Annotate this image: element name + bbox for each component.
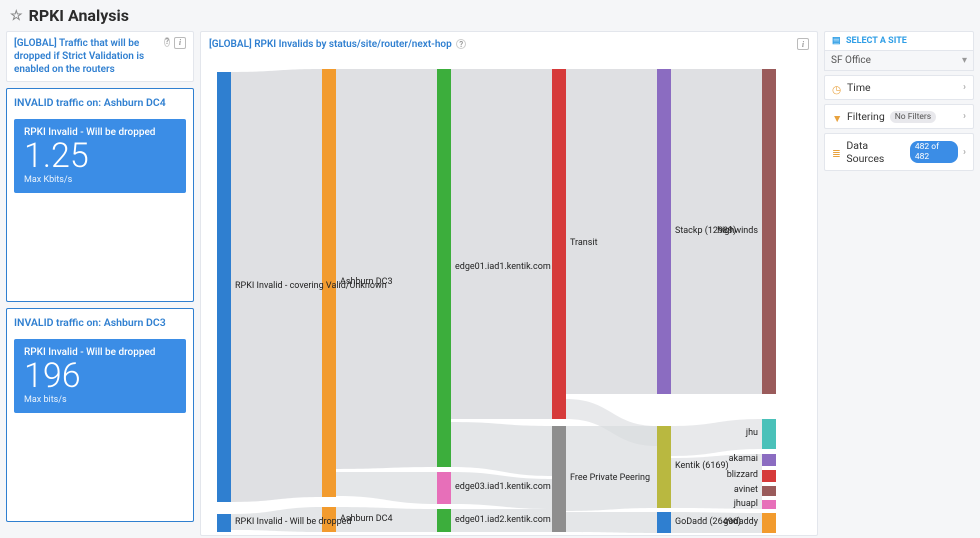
- sankey-node-label: Ashburn DC3: [340, 277, 393, 287]
- site-selected: SF Office: [831, 55, 871, 66]
- sankey-node-label: highwinds: [717, 226, 758, 236]
- sankey-node-label: jhuapl: [734, 499, 758, 509]
- invalid-panel-heading: INVALID traffic on: Ashburn DC4: [14, 94, 186, 113]
- sankey-node-label: edge03.iad1.kentik.com: [455, 482, 551, 492]
- sankey-node-label: godaddy: [723, 517, 758, 527]
- page-header: ☆ RPKI Analysis: [0, 0, 980, 31]
- metric-value: 196: [24, 358, 176, 395]
- sankey-node-label: edge01.iad2.kentik.com: [455, 515, 551, 525]
- sankey-node-label: Ashburn DC4: [340, 514, 393, 524]
- sankey-chart[interactable]: RPKI Invalid - covering Valid/UnknownRPK…: [207, 54, 811, 534]
- sankey-node-label: akamai: [729, 454, 758, 464]
- metric-card-dc4: RPKI Invalid - Will be dropped 1.25 Max …: [14, 119, 186, 193]
- datasources-filter[interactable]: ≣ Data Sources 482 of 482 ›: [824, 133, 974, 171]
- site-dropdown[interactable]: SF Office ▾: [824, 51, 974, 71]
- invalid-panel-heading: INVALID traffic on: Ashburn DC3: [14, 314, 186, 333]
- main-panel: [GLOBAL] RPKI Invalids by status/site/ro…: [200, 31, 818, 536]
- sankey-node-label: jhu: [746, 428, 758, 438]
- chevron-right-icon: ›: [963, 111, 966, 122]
- sankey-node-label: avinet: [734, 485, 758, 495]
- chevron-down-icon: ▾: [962, 55, 967, 66]
- sankey-node-label: Free Private Peering: [570, 473, 650, 483]
- main-panel-title: [GLOBAL] RPKI Invalids by status/site/ro…: [209, 39, 452, 50]
- info-icon[interactable]: i: [797, 38, 809, 50]
- datasources-badge: 482 of 482: [910, 141, 958, 163]
- filter-icon: ▼: [832, 112, 842, 122]
- metric-unit: Max bits/s: [24, 395, 176, 405]
- help-icon[interactable]: ?: [164, 37, 170, 47]
- site-select-label: SELECT A SITE: [846, 36, 907, 46]
- sankey-node-label: RPKI Invalid - Will be dropped: [235, 517, 352, 527]
- global-drop-panel: [GLOBAL] Traffic that will be dropped if…: [6, 31, 194, 82]
- metric-value: 1.25: [24, 138, 176, 175]
- time-label: Time: [847, 81, 871, 94]
- global-drop-title: [GLOBAL] Traffic that will be dropped if…: [14, 37, 162, 76]
- sankey-node-label: Kentik (6169): [675, 461, 729, 471]
- datasource-icon: ≣: [832, 147, 841, 157]
- metric-card-dc3: RPKI Invalid - Will be dropped 196 Max b…: [14, 339, 186, 413]
- help-icon[interactable]: ?: [456, 39, 466, 49]
- metric-unit: Max Kbits/s: [24, 175, 176, 185]
- sankey-node-label: Transit: [570, 238, 598, 248]
- filtering-label: Filtering: [847, 110, 885, 123]
- filtering-filter[interactable]: ▼ Filtering No Filters ›: [824, 104, 974, 129]
- clock-icon: ◷: [832, 83, 842, 93]
- left-column: [GLOBAL] Traffic that will be dropped if…: [6, 31, 194, 536]
- datasources-label: Data Sources: [846, 139, 904, 165]
- site-icon: ▤: [832, 36, 842, 46]
- page-title: RPKI Analysis: [29, 6, 129, 25]
- chevron-right-icon: ›: [963, 147, 966, 158]
- info-icon[interactable]: i: [174, 37, 186, 49]
- time-filter[interactable]: ◷ Time ›: [824, 75, 974, 100]
- site-selector: ▤ SELECT A SITE SF Office ▾: [824, 31, 974, 71]
- invalid-panel-dc4[interactable]: INVALID traffic on: Ashburn DC4 RPKI Inv…: [6, 88, 194, 302]
- sankey-node-label: edge01.iad1.kentik.com: [455, 262, 551, 272]
- chevron-right-icon: ›: [963, 82, 966, 93]
- filtering-badge: No Filters: [890, 111, 936, 123]
- sankey-node-label: blizzard: [727, 470, 758, 480]
- favorite-star-icon[interactable]: ☆: [10, 8, 23, 24]
- right-sidebar: ▤ SELECT A SITE SF Office ▾ ◷ Time › ▼ F…: [824, 31, 974, 536]
- invalid-panel-dc3[interactable]: INVALID traffic on: Ashburn DC3 RPKI Inv…: [6, 308, 194, 522]
